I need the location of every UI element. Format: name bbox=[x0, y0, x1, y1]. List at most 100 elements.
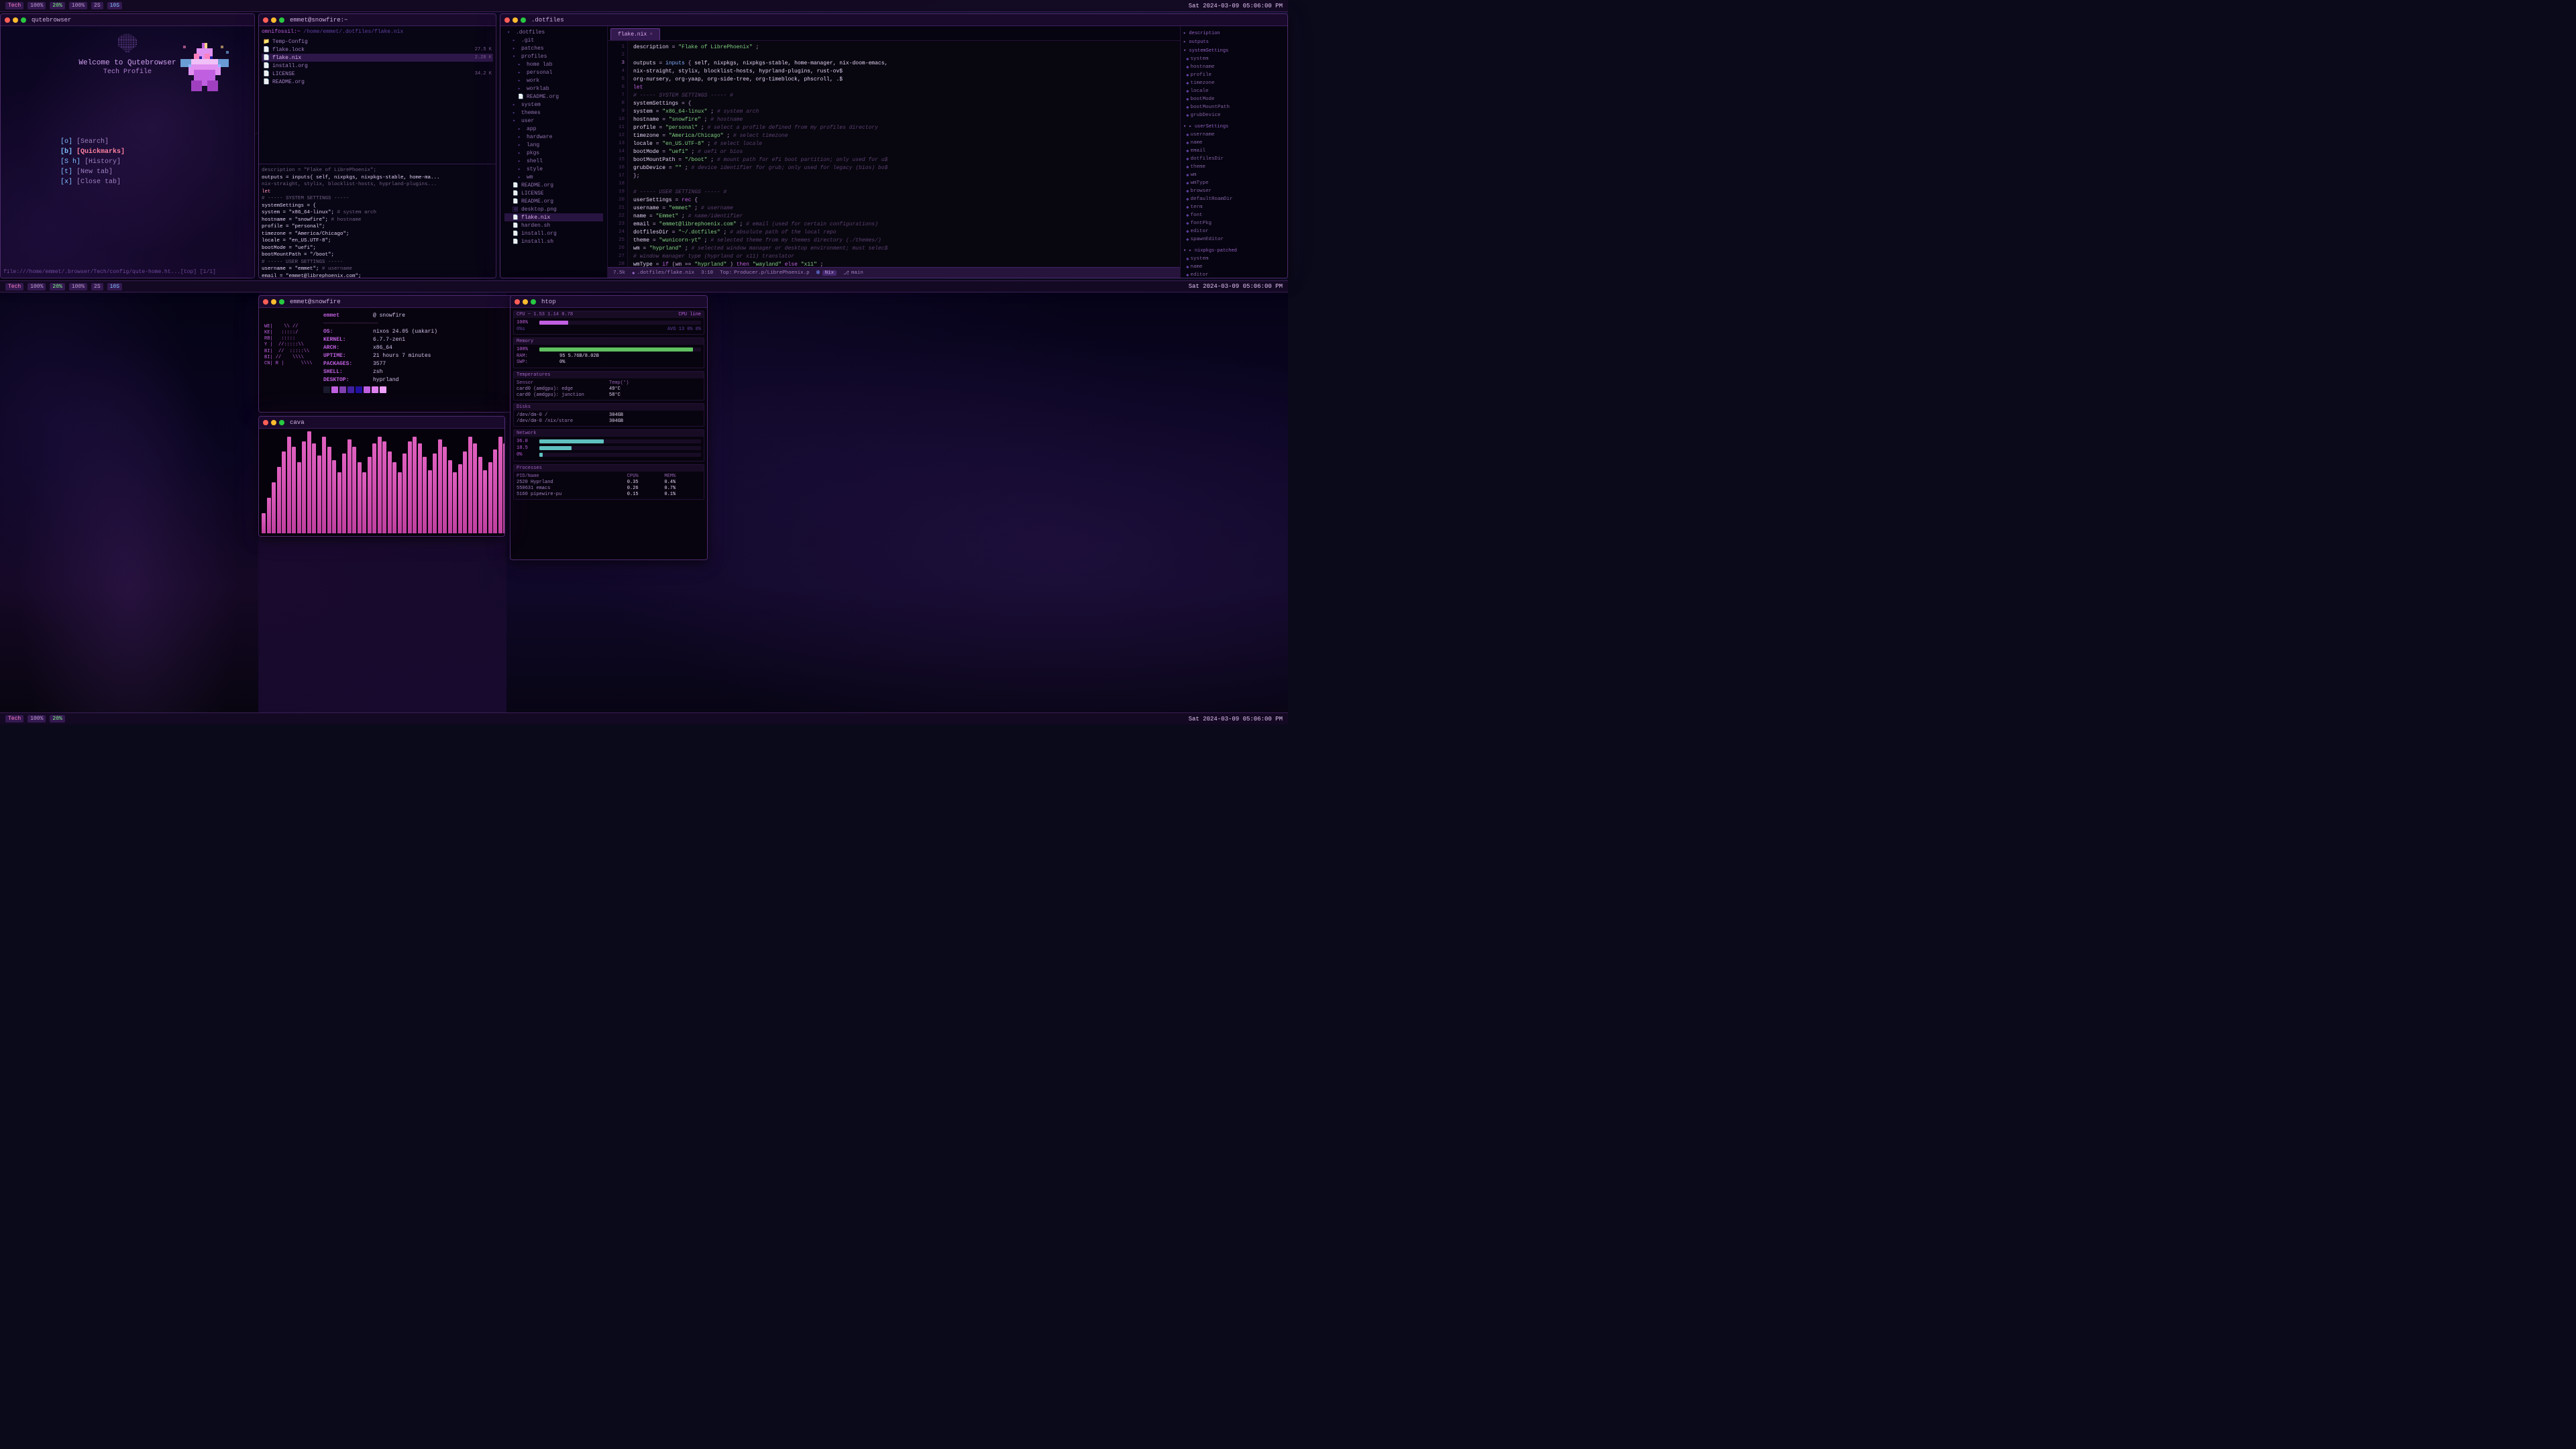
cs-item-system[interactable]: ▸ system bbox=[504, 101, 603, 109]
cs-item-worklab[interactable]: ▸ worklab bbox=[504, 85, 603, 93]
file-icon: 📄 bbox=[513, 199, 519, 205]
ft-file-area: omnifossil:~ /home/emmet/.dotfiles/flake… bbox=[259, 26, 496, 164]
vis-bar-5 bbox=[287, 437, 291, 533]
cs-item-flake-nix[interactable]: 📄 flake.nix bbox=[504, 213, 603, 221]
code-close-btn[interactable] bbox=[504, 17, 510, 23]
htop-close-btn[interactable] bbox=[515, 299, 520, 305]
vis-bar-14 bbox=[332, 460, 336, 533]
cs-item-git[interactable]: ▸ .git bbox=[504, 36, 603, 44]
scenic-bg-gradient bbox=[0, 292, 258, 712]
ft-file-item[interactable]: 📄 install.org bbox=[262, 62, 493, 70]
cs-item-license[interactable]: 📄 LICENSE bbox=[504, 189, 603, 197]
ft-file-item[interactable]: 📄 flake.lock 27.5 K bbox=[262, 46, 493, 54]
cs-item-user[interactable]: ▾ user bbox=[504, 117, 603, 125]
ft-file-item[interactable]: 📄 LICENSE 34.2 K bbox=[262, 70, 493, 78]
vis-bar-36 bbox=[443, 447, 447, 533]
cs-item-themes[interactable]: ▸ themes bbox=[504, 109, 603, 117]
cl-12: timezone = "America/Chicago" ; # select … bbox=[633, 132, 1175, 140]
cs-root-item[interactable]: ▾ .dotfiles bbox=[504, 28, 603, 36]
co-item-theme: ◆ theme bbox=[1183, 163, 1285, 171]
folder-icon: ▾ bbox=[513, 118, 519, 124]
vis-bar-28 bbox=[402, 453, 407, 533]
code-editor-statusbar: 7.5k ◆ .dotfiles/flake.nix 3:10 Top: Pro… bbox=[608, 267, 1180, 278]
vis-bar-30 bbox=[413, 437, 417, 533]
vis-bar-10 bbox=[312, 443, 316, 533]
tab-close-icon[interactable]: × bbox=[649, 32, 653, 38]
htop-temp-body: Sensor Temp(°) card0 (amdgpu): edge 49°C… bbox=[514, 378, 704, 400]
vis-bar-48 bbox=[503, 443, 504, 533]
browser-status: file:///home/emmet/.browser/Tech/config/… bbox=[3, 269, 216, 275]
vis-min-btn[interactable] bbox=[271, 420, 276, 425]
cs-item-readme3[interactable]: 📄 README.org bbox=[504, 197, 603, 205]
htop-content: CPU ~ 1.53 1.14 0.78 CPU line 100% 0%s A… bbox=[511, 308, 707, 559]
htop-net-bar-bg2 bbox=[539, 446, 701, 450]
code-text-area[interactable]: description = "Flake of LibrePhoenix" ; … bbox=[628, 41, 1180, 267]
browser-profile-text: Tech Profile bbox=[78, 68, 176, 76]
browser-menu-history[interactable]: [S h] [History] bbox=[60, 157, 195, 167]
browser-menu-search[interactable]: [o] [Search] bbox=[60, 137, 195, 147]
ft-file-item-selected[interactable]: 📄 flake.nix 2.28 K bbox=[262, 54, 493, 62]
vis-bar-32 bbox=[423, 457, 427, 533]
statusbar-left: Tech 100% 20% 100% 2S 10S bbox=[5, 2, 1185, 9]
nf-min-btn[interactable] bbox=[271, 299, 276, 305]
cs-item-install-sh[interactable]: 📄 install.sh bbox=[504, 237, 603, 246]
browser-close-btn[interactable] bbox=[5, 17, 10, 23]
htop-mem-title: Memory bbox=[514, 338, 704, 345]
cl-16: grubDevice = "" ; # device identifier fo… bbox=[633, 164, 1175, 172]
vis-bar-17 bbox=[347, 439, 352, 533]
cs-item-profiles[interactable]: ▾ profiles bbox=[504, 52, 603, 60]
ft-file-item[interactable]: 📄 README.org bbox=[262, 78, 493, 86]
ln-12: 12 bbox=[608, 132, 625, 140]
cs-item-hardware[interactable]: ▸ hardware bbox=[504, 133, 603, 141]
browser-menu-quickmarks[interactable]: [b] [Quickmarks] bbox=[60, 147, 195, 157]
cl-28: wmType = if (wm == "hyprland" ) then "wa… bbox=[633, 261, 1175, 267]
bot-battery: 100% bbox=[28, 715, 46, 722]
battery-badge: 100% bbox=[28, 2, 46, 9]
cs-item-shell[interactable]: ▸ shell bbox=[504, 157, 603, 165]
cs-item-patches[interactable]: ▸ patches bbox=[504, 44, 603, 52]
cs-item-personal[interactable]: ▸ personal bbox=[504, 68, 603, 76]
cs-item-lang[interactable]: ▸ lang bbox=[504, 141, 603, 149]
cs-item-wm[interactable]: ▸ wm bbox=[504, 173, 603, 181]
code-tab-flake-nix[interactable]: flake.nix × bbox=[610, 28, 660, 40]
ln-24: 24 bbox=[608, 229, 625, 237]
cs-item-install-org[interactable]: 📄 install.org bbox=[504, 229, 603, 237]
cs-item-style[interactable]: ▸ style bbox=[504, 165, 603, 173]
cs-item-app[interactable]: ▸ app bbox=[504, 125, 603, 133]
ft-close-btn[interactable] bbox=[263, 17, 268, 23]
ln-8: 8 bbox=[608, 100, 625, 108]
browser-menu-newtab[interactable]: [t] [New tab] bbox=[60, 167, 195, 177]
browser-min-btn[interactable] bbox=[13, 17, 18, 23]
htop-max-btn[interactable] bbox=[531, 299, 536, 305]
mid-displays-badge: 2S bbox=[91, 283, 103, 290]
cs-item-homelab[interactable]: ▸ home lab bbox=[504, 60, 603, 68]
ft-file-item[interactable]: 📁 Temp-Config bbox=[262, 38, 493, 46]
browser-max-btn[interactable] bbox=[21, 17, 26, 23]
vis-max-btn[interactable] bbox=[279, 420, 284, 425]
vis-bar-9 bbox=[307, 431, 311, 533]
vis-bar-45 bbox=[488, 462, 492, 533]
htop-cpu-bar-row: 100% bbox=[517, 320, 701, 325]
code-max-btn[interactable] bbox=[521, 17, 526, 23]
htop-min-btn[interactable] bbox=[523, 299, 528, 305]
cpu-badge: 20% bbox=[50, 2, 64, 9]
cl-7: # ----- SYSTEM SETTINGS ----- # bbox=[633, 92, 1175, 100]
cs-item-readme2[interactable]: 📄 README.org bbox=[504, 181, 603, 189]
cs-item-desktop-png[interactable]: 🖼 desktop.png bbox=[504, 205, 603, 213]
htop-disks-title: Disks bbox=[514, 404, 704, 411]
vis-close-btn[interactable] bbox=[263, 420, 268, 425]
htop-temp-section: Temperatures Sensor Temp(°) card0 (amdgp… bbox=[513, 371, 704, 400]
browser-menu-closetab[interactable]: [x] [Close tab] bbox=[60, 177, 195, 187]
cs-item-readme1[interactable]: 📄 README.org bbox=[504, 93, 603, 101]
folder-icon: ▾ bbox=[507, 30, 514, 36]
folder-icon: ▸ bbox=[518, 142, 525, 148]
nf-close-btn[interactable] bbox=[263, 299, 268, 305]
ft-min-btn[interactable] bbox=[271, 17, 276, 23]
vis-bar-18 bbox=[352, 447, 356, 533]
ft-max-btn[interactable] bbox=[279, 17, 284, 23]
nf-max-btn[interactable] bbox=[279, 299, 284, 305]
cs-item-work[interactable]: ▸ work bbox=[504, 76, 603, 85]
code-min-btn[interactable] bbox=[513, 17, 518, 23]
cs-item-harden[interactable]: 📄 harden.sh bbox=[504, 221, 603, 229]
cs-item-pkgs[interactable]: ▸ pkgs bbox=[504, 149, 603, 157]
